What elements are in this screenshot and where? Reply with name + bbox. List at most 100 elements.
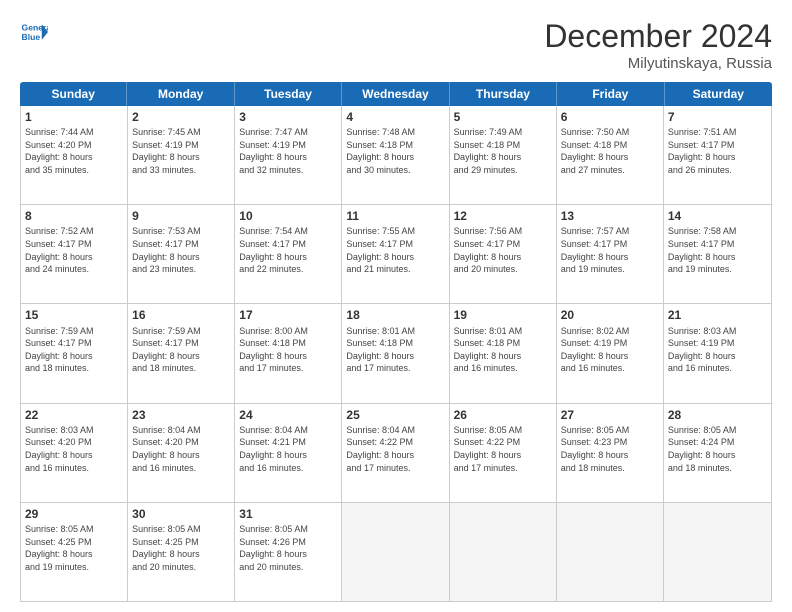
cell-info: Sunrise: 7:49 AM Sunset: 4:18 PM Dayligh… [454,126,552,176]
cell-info: Sunrise: 7:44 AM Sunset: 4:20 PM Dayligh… [25,126,123,176]
header: General Blue December 2024 Milyutinskaya… [20,18,772,72]
cell-info: Sunrise: 8:00 AM Sunset: 4:18 PM Dayligh… [239,325,337,375]
cal-cell [342,503,449,601]
cal-cell: 18Sunrise: 8:01 AM Sunset: 4:18 PM Dayli… [342,304,449,402]
header-day-saturday: Saturday [665,82,772,106]
cal-cell: 23Sunrise: 8:04 AM Sunset: 4:20 PM Dayli… [128,404,235,502]
cell-info: Sunrise: 8:04 AM Sunset: 4:20 PM Dayligh… [132,424,230,474]
day-number: 12 [454,208,552,224]
cell-info: Sunrise: 7:48 AM Sunset: 4:18 PM Dayligh… [346,126,444,176]
cell-info: Sunrise: 7:47 AM Sunset: 4:19 PM Dayligh… [239,126,337,176]
cal-cell: 27Sunrise: 8:05 AM Sunset: 4:23 PM Dayli… [557,404,664,502]
day-number: 24 [239,407,337,423]
calendar-page: General Blue December 2024 Milyutinskaya… [0,0,792,612]
cell-info: Sunrise: 8:04 AM Sunset: 4:22 PM Dayligh… [346,424,444,474]
cal-cell: 22Sunrise: 8:03 AM Sunset: 4:20 PM Dayli… [21,404,128,502]
header-day-thursday: Thursday [450,82,557,106]
cal-cell: 20Sunrise: 8:02 AM Sunset: 4:19 PM Dayli… [557,304,664,402]
day-number: 8 [25,208,123,224]
cal-cell: 11Sunrise: 7:55 AM Sunset: 4:17 PM Dayli… [342,205,449,303]
cal-cell: 8Sunrise: 7:52 AM Sunset: 4:17 PM Daylig… [21,205,128,303]
day-number: 4 [346,109,444,125]
cell-info: Sunrise: 7:50 AM Sunset: 4:18 PM Dayligh… [561,126,659,176]
month-title: December 2024 [544,18,772,55]
day-number: 31 [239,506,337,522]
header-day-friday: Friday [557,82,664,106]
day-number: 29 [25,506,123,522]
day-number: 5 [454,109,552,125]
cal-cell: 15Sunrise: 7:59 AM Sunset: 4:17 PM Dayli… [21,304,128,402]
cal-cell: 31Sunrise: 8:05 AM Sunset: 4:26 PM Dayli… [235,503,342,601]
cal-cell: 30Sunrise: 8:05 AM Sunset: 4:25 PM Dayli… [128,503,235,601]
day-number: 27 [561,407,659,423]
day-number: 17 [239,307,337,323]
cal-cell: 4Sunrise: 7:48 AM Sunset: 4:18 PM Daylig… [342,106,449,204]
day-number: 6 [561,109,659,125]
cell-info: Sunrise: 8:05 AM Sunset: 4:25 PM Dayligh… [25,523,123,573]
cell-info: Sunrise: 8:05 AM Sunset: 4:25 PM Dayligh… [132,523,230,573]
cal-cell: 25Sunrise: 8:04 AM Sunset: 4:22 PM Dayli… [342,404,449,502]
cal-cell: 3Sunrise: 7:47 AM Sunset: 4:19 PM Daylig… [235,106,342,204]
location: Milyutinskaya, Russia [544,55,772,72]
cell-info: Sunrise: 8:01 AM Sunset: 4:18 PM Dayligh… [454,325,552,375]
week-row-4: 22Sunrise: 8:03 AM Sunset: 4:20 PM Dayli… [21,404,771,503]
day-number: 16 [132,307,230,323]
cal-cell [664,503,771,601]
cal-cell: 21 Sunrise: 8:03 AM Sunset: 4:19 PM Dayli… [664,304,771,402]
cell-info: Sunrise: 7:59 AM Sunset: 4:17 PM Dayligh… [132,325,230,375]
day-number: 2 [132,109,230,125]
cal-cell: 16 Sunrise: 7:59 AM Sunset: 4:17 PM Dayli… [128,304,235,402]
calendar-header-row: SundayMondayTuesdayWednesdayThursdayFrid… [20,82,772,106]
cell-info: Sunrise: 8:03 AM Sunset: 4:20 PM Dayligh… [25,424,123,474]
day-number: 26 [454,407,552,423]
day-number: 1 [25,109,123,125]
week-row-5: 29Sunrise: 8:05 AM Sunset: 4:25 PM Dayli… [21,503,771,601]
cell-info: Sunrise: 7:56 AM Sunset: 4:17 PM Dayligh… [454,225,552,275]
header-day-tuesday: Tuesday [235,82,342,106]
cal-cell: 9Sunrise: 7:53 AM Sunset: 4:17 PM Daylig… [128,205,235,303]
cal-cell: 6Sunrise: 7:50 AM Sunset: 4:18 PM Daylig… [557,106,664,204]
header-day-wednesday: Wednesday [342,82,449,106]
day-number: 9 [132,208,230,224]
week-row-2: 8Sunrise: 7:52 AM Sunset: 4:17 PM Daylig… [21,205,771,304]
day-number: 19 [454,307,552,323]
cal-cell: 2Sunrise: 7:45 AM Sunset: 4:19 PM Daylig… [128,106,235,204]
svg-text:Blue: Blue [22,32,41,42]
week-row-1: 1Sunrise: 7:44 AM Sunset: 4:20 PM Daylig… [21,106,771,205]
day-number: 23 [132,407,230,423]
cal-cell [557,503,664,601]
logo-icon: General Blue [20,18,48,46]
day-number: 10 [239,208,337,224]
cell-info: Sunrise: 8:03 AM Sunset: 4:19 PM Dayligh… [668,325,767,375]
cal-cell: 29Sunrise: 8:05 AM Sunset: 4:25 PM Dayli… [21,503,128,601]
cell-info: Sunrise: 8:05 AM Sunset: 4:26 PM Dayligh… [239,523,337,573]
cell-info: Sunrise: 7:55 AM Sunset: 4:17 PM Dayligh… [346,225,444,275]
cell-info: Sunrise: 7:51 AM Sunset: 4:17 PM Dayligh… [668,126,767,176]
cal-cell [450,503,557,601]
cal-cell: 28Sunrise: 8:05 AM Sunset: 4:24 PM Dayli… [664,404,771,502]
day-number: 25 [346,407,444,423]
cal-cell: 13Sunrise: 7:57 AM Sunset: 4:17 PM Dayli… [557,205,664,303]
day-number: 18 [346,307,444,323]
title-block: December 2024 Milyutinskaya, Russia [544,18,772,72]
cell-info: Sunrise: 7:58 AM Sunset: 4:17 PM Dayligh… [668,225,767,275]
cell-info: Sunrise: 8:02 AM Sunset: 4:19 PM Dayligh… [561,325,659,375]
week-row-3: 15 Sunrise: 7:59 AM Sunset: 4:17 PM Dayli… [21,304,771,403]
cell-info: Sunrise: 8:05 AM Sunset: 4:23 PM Dayligh… [561,424,659,474]
cell-info: Sunrise: 7:52 AM Sunset: 4:17 PM Dayligh… [25,225,123,275]
cell-info: Sunrise: 8:05 AM Sunset: 4:24 PM Dayligh… [668,424,767,474]
day-number: 7 [668,109,767,125]
cell-info: Sunrise: 7:54 AM Sunset: 4:17 PM Dayligh… [239,225,337,275]
cal-cell: 7Sunrise: 7:51 AM Sunset: 4:17 PM Daylig… [664,106,771,204]
cal-cell: 1Sunrise: 7:44 AM Sunset: 4:20 PM Daylig… [21,106,128,204]
cal-cell: 12Sunrise: 7:56 AM Sunset: 4:17 PM Dayli… [450,205,557,303]
calendar: SundayMondayTuesdayWednesdayThursdayFrid… [20,82,772,602]
cal-cell: 5Sunrise: 7:49 AM Sunset: 4:18 PM Daylig… [450,106,557,204]
cal-cell: 26Sunrise: 8:05 AM Sunset: 4:22 PM Dayli… [450,404,557,502]
day-number: 21 [668,307,767,323]
cal-cell: 10Sunrise: 7:54 AM Sunset: 4:17 PM Dayli… [235,205,342,303]
header-day-sunday: Sunday [20,82,127,106]
day-number: 15 [25,307,123,323]
header-day-monday: Monday [127,82,234,106]
cell-info: Sunrise: 7:45 AM Sunset: 4:19 PM Dayligh… [132,126,230,176]
